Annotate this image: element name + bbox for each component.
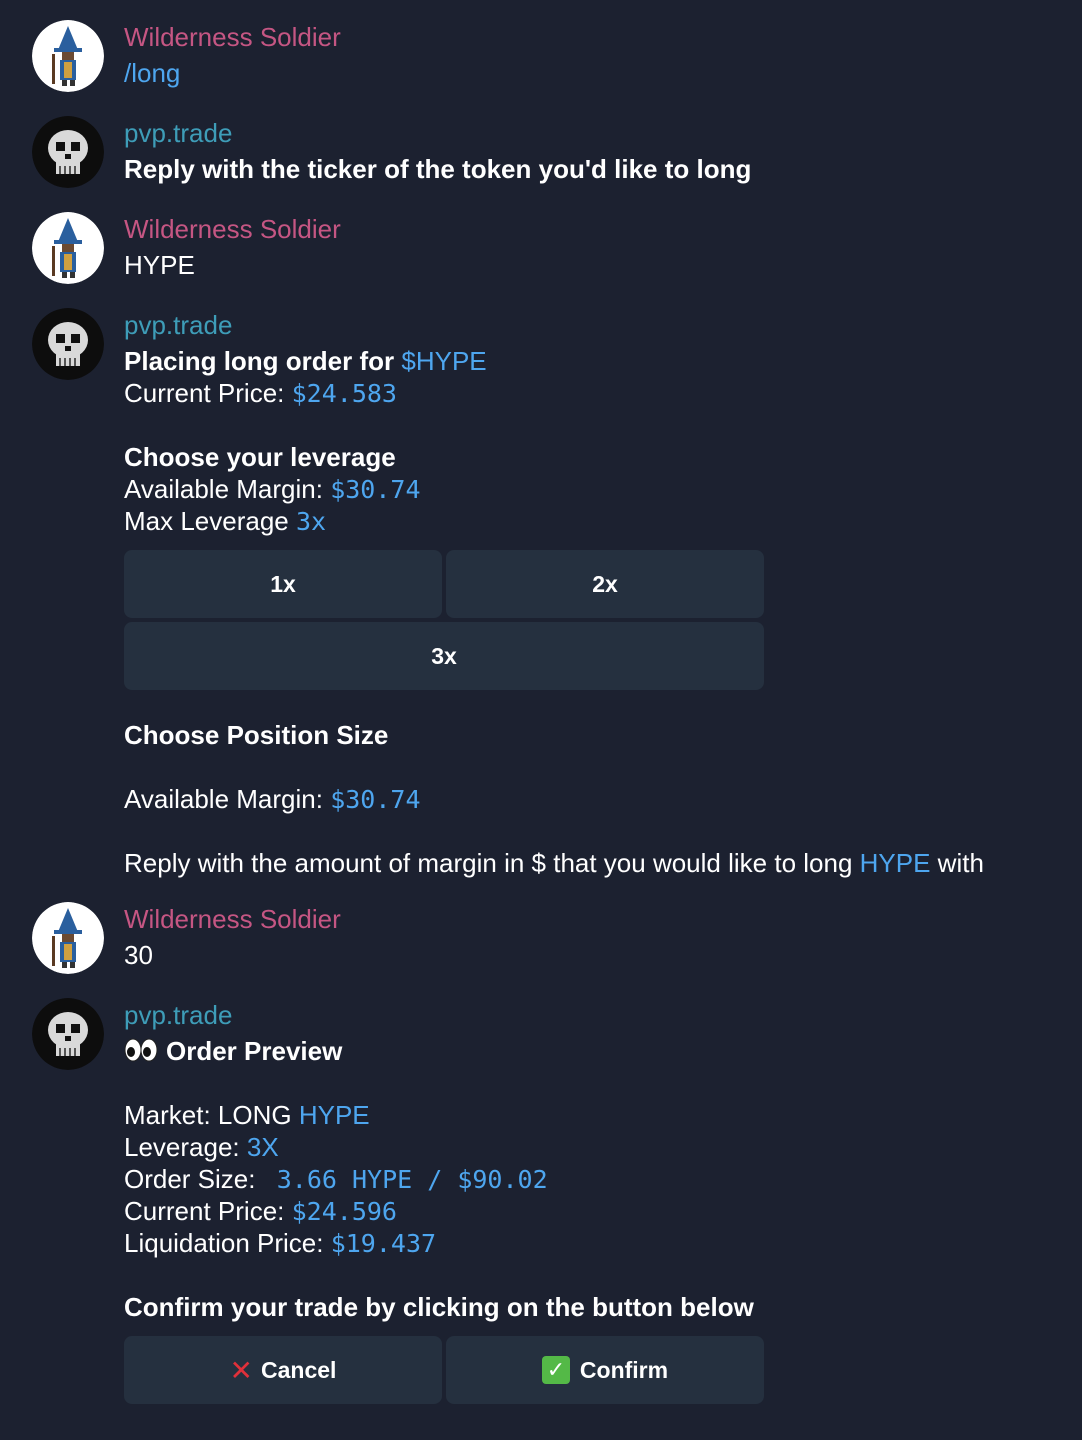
command-link[interactable]: /long: [124, 57, 180, 89]
sender-name: pvp.trade: [124, 310, 233, 340]
skull-avatar-icon[interactable]: [32, 308, 104, 380]
market-line: Market: LONG HYPE: [124, 1099, 370, 1131]
sender-name: Wilderness Soldier: [124, 214, 341, 244]
liquidation-price-line: Liquidation Price: $19.437: [124, 1227, 436, 1260]
max-leverage-line: Max Leverage 3x: [124, 505, 326, 538]
current-price-label: Current Price:: [124, 378, 292, 408]
order-size-value: 3.66 HYPE / $90.02: [276, 1165, 548, 1194]
leverage-3x-button[interactable]: 3x: [124, 622, 764, 690]
leverage-2x-button[interactable]: 2x: [446, 550, 764, 618]
confirm-label: Confirm: [579, 1356, 669, 1383]
available-margin-line-2: Available Margin: $30.74: [124, 783, 421, 816]
order-size-label: Order Size:: [124, 1164, 263, 1194]
check-mark-icon: ✓: [541, 1356, 570, 1384]
sender-name: Wilderness Soldier: [124, 904, 341, 934]
sender-name: pvp.trade: [124, 1000, 233, 1030]
current-price-line: Current Price: $24.583: [124, 377, 397, 410]
choose-position-heading: Choose Position Size: [124, 720, 389, 750]
reply-instruction-line: Reply with the amount of margin in $ tha…: [124, 847, 984, 879]
cross-mark-icon: ✕: [229, 1354, 254, 1386]
preview-title: Order Preview: [166, 1036, 343, 1066]
market-label: Market: LONG: [124, 1100, 299, 1130]
reply-prefix: Reply with the amount of margin in $ tha…: [124, 848, 860, 878]
message-text: 30: [124, 940, 153, 970]
liquidation-value: $19.437: [330, 1229, 437, 1258]
skull-avatar-icon[interactable]: [32, 116, 104, 188]
ticker-link[interactable]: $HYPE: [401, 346, 486, 376]
message-text: HYPE: [124, 250, 195, 280]
choose-leverage-heading: Choose your leverage: [124, 442, 396, 472]
message-text: Reply with the ticker of the token you'd…: [124, 154, 752, 184]
current-price-line: Current Price: $24.596: [124, 1195, 397, 1228]
cancel-label: Cancel: [261, 1356, 337, 1383]
current-price-value: $24.583: [291, 379, 397, 408]
max-leverage-value: 3x: [295, 507, 327, 536]
order-preview-heading: Order Preview: [124, 1035, 342, 1069]
available-margin-label: Available Margin:: [124, 784, 331, 814]
liquidation-label: Liquidation Price:: [124, 1228, 331, 1258]
confirm-button[interactable]: ✓ Confirm: [446, 1336, 764, 1404]
current-price-value: $24.596: [291, 1197, 397, 1226]
eyes-icon: [124, 1037, 158, 1069]
confirm-prompt: Confirm your trade by clicking on the bu…: [124, 1292, 754, 1322]
max-leverage-label: Max Leverage: [124, 506, 296, 536]
available-margin-value: $30.74: [330, 785, 421, 814]
ticker-link[interactable]: HYPE: [299, 1100, 370, 1130]
leverage-value: 3X: [246, 1132, 279, 1162]
wizard-avatar-icon[interactable]: [32, 212, 104, 284]
leverage-label: Leverage:: [124, 1132, 247, 1162]
placing-prefix: Placing long order for: [124, 346, 402, 376]
skull-avatar-icon[interactable]: [32, 998, 104, 1070]
reply-suffix: with: [930, 848, 984, 878]
cancel-button[interactable]: ✕ Cancel: [124, 1336, 442, 1404]
current-price-label: Current Price:: [124, 1196, 292, 1226]
ticker-link[interactable]: HYPE: [860, 848, 931, 878]
sender-name: Wilderness Soldier: [124, 22, 341, 52]
available-margin-value: $30.74: [330, 475, 421, 504]
wizard-avatar-icon[interactable]: [32, 20, 104, 92]
available-margin-label: Available Margin:: [124, 474, 331, 504]
order-size-line: Order Size: 3.66 HYPE / $90.02: [124, 1163, 548, 1196]
wizard-avatar-icon[interactable]: [32, 902, 104, 974]
leverage-1x-button[interactable]: 1x: [124, 550, 442, 618]
sender-name: pvp.trade: [124, 118, 233, 148]
available-margin-line: Available Margin: $30.74: [124, 473, 421, 506]
placing-order-line: Placing long order for $HYPE: [124, 345, 487, 377]
leverage-line: Leverage: 3X: [124, 1131, 279, 1163]
